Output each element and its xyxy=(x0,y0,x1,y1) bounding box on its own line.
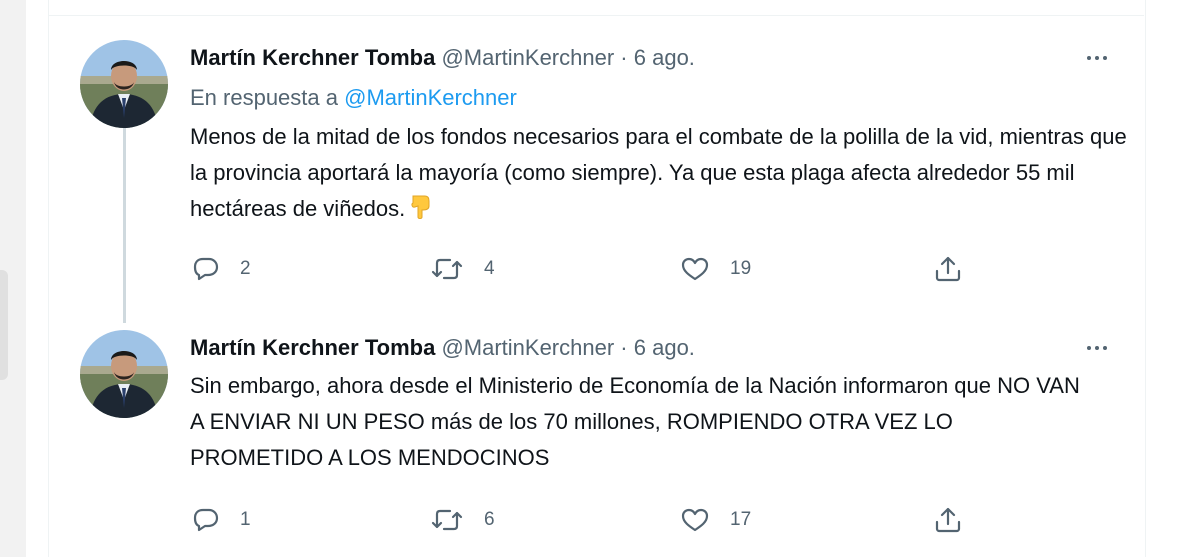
reply-count: 1 xyxy=(240,509,251,530)
tweet-date[interactable]: 6 ago. xyxy=(634,335,695,360)
share-button[interactable] xyxy=(932,505,964,535)
retweet-count: 4 xyxy=(484,258,495,279)
tweet-date[interactable]: 6 ago. xyxy=(634,45,695,70)
reply-icon xyxy=(193,508,219,532)
like-count: 19 xyxy=(730,258,752,279)
avatar[interactable] xyxy=(80,40,168,128)
more-icon[interactable] xyxy=(1082,336,1112,360)
share-button[interactable] xyxy=(932,254,964,284)
separator: · xyxy=(620,335,628,360)
retweet-icon xyxy=(431,509,463,531)
like-icon xyxy=(681,257,709,281)
separator: · xyxy=(620,45,628,70)
tweet-header: Martín Kerchner Tomba @MartinKerchner · … xyxy=(190,44,695,72)
tweet-text: Sin embargo, ahora desde el Ministerio d… xyxy=(190,368,1090,476)
reply-context: En respuesta a @MartinKerchner xyxy=(190,84,517,112)
author-name[interactable]: Martín Kerchner Tomba xyxy=(190,45,435,70)
left-edge xyxy=(0,0,26,557)
like-button[interactable]: 19 xyxy=(680,256,751,282)
author-name[interactable]: Martín Kerchner Tomba xyxy=(190,335,435,360)
reply-button[interactable]: 1 xyxy=(192,507,251,533)
thread-connector-line xyxy=(123,128,126,323)
scroll-edge xyxy=(0,270,8,380)
like-count: 17 xyxy=(730,509,752,530)
reply-button[interactable]: 2 xyxy=(192,256,251,282)
reply-count: 2 xyxy=(240,258,251,279)
like-icon xyxy=(681,508,709,532)
divider xyxy=(48,15,1144,16)
reply-mention-link[interactable]: @MartinKerchner xyxy=(344,85,517,110)
share-icon xyxy=(935,507,961,533)
retweet-button[interactable]: 4 xyxy=(430,256,495,282)
tweet-text-content: Sin embargo, ahora desde el Ministerio d… xyxy=(190,373,1080,470)
author-handle[interactable]: @MartinKerchner xyxy=(441,45,614,70)
reply-icon xyxy=(193,257,219,281)
pointing-down-emoji-icon xyxy=(409,194,431,220)
avatar[interactable] xyxy=(80,330,168,418)
tweet-text-content: Menos de la mitad de los fondos necesari… xyxy=(190,124,1127,221)
share-icon xyxy=(935,256,961,282)
reply-prefix: En respuesta a xyxy=(190,85,338,110)
tweet-text: Menos de la mitad de los fondos necesari… xyxy=(190,119,1130,227)
author-handle[interactable]: @MartinKerchner xyxy=(441,335,614,360)
tweet-header: Martín Kerchner Tomba @MartinKerchner · … xyxy=(190,334,695,362)
like-button[interactable]: 17 xyxy=(680,507,751,533)
more-icon[interactable] xyxy=(1082,46,1112,70)
retweet-count: 6 xyxy=(484,509,495,530)
retweet-button[interactable]: 6 xyxy=(430,507,495,533)
retweet-icon xyxy=(431,258,463,280)
